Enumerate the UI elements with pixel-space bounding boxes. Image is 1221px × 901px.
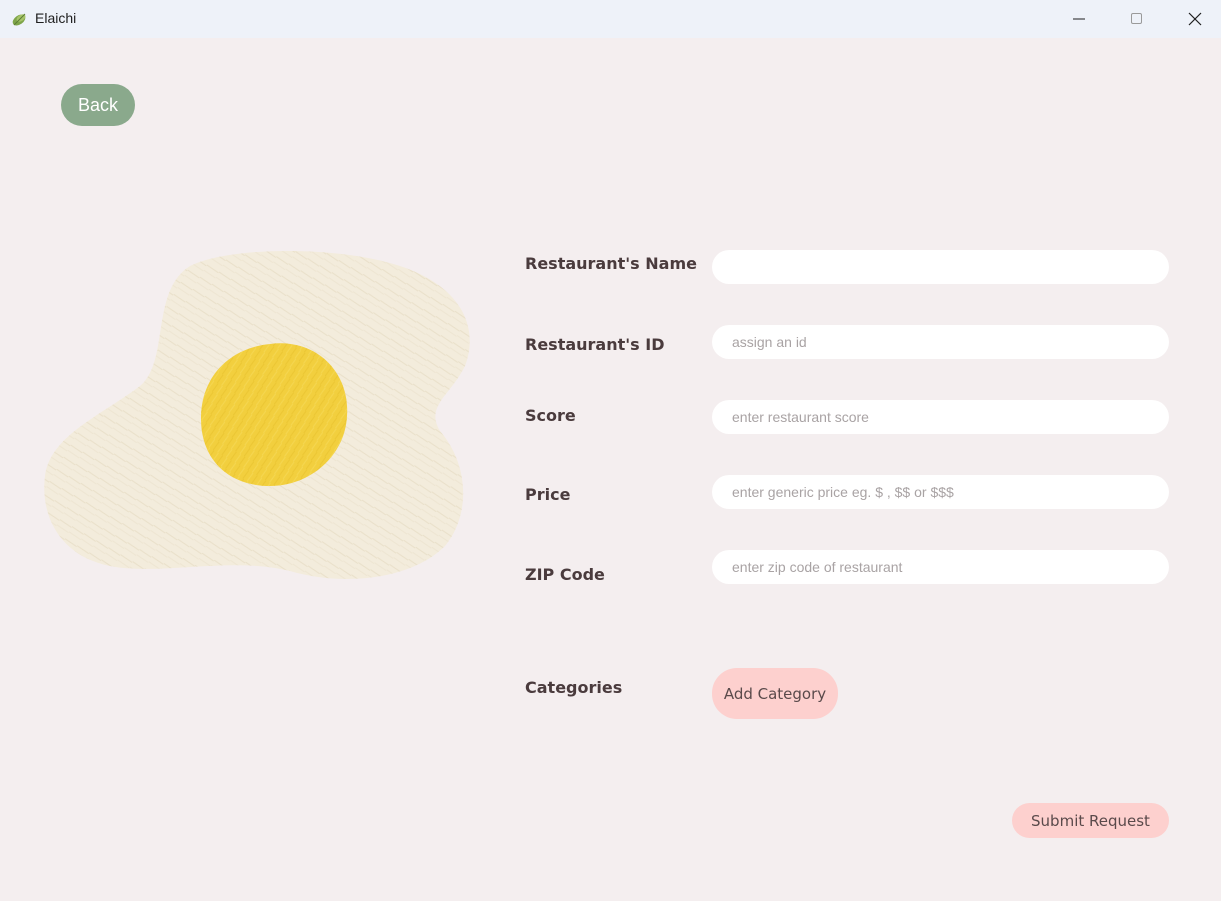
price-label: Price [525, 485, 571, 504]
minimize-icon [1073, 18, 1085, 20]
restaurant-name-input[interactable] [712, 250, 1169, 284]
fried-egg-illustration [44, 251, 470, 579]
zip-code-label: ZIP Code [525, 565, 605, 584]
maximize-button[interactable] [1108, 0, 1166, 38]
window-title: Elaichi [35, 10, 77, 26]
score-label: Score [525, 406, 576, 425]
restaurant-name-label: Restaurant's Name [525, 254, 697, 273]
add-category-button[interactable]: Add Category [712, 668, 838, 719]
price-input[interactable] [712, 475, 1169, 509]
maximize-icon [1131, 13, 1142, 24]
submit-request-button[interactable]: Submit Request [1012, 803, 1169, 838]
close-icon [1188, 12, 1202, 26]
categories-label: Categories [525, 678, 623, 697]
zip-code-input[interactable] [712, 550, 1169, 584]
restaurant-id-label: Restaurant's ID [525, 335, 665, 354]
app-window: Elaichi Back Restaurant's Name Restauran… [0, 0, 1221, 901]
score-input[interactable] [712, 400, 1169, 434]
close-button[interactable] [1166, 0, 1221, 38]
restaurant-id-input[interactable] [712, 325, 1169, 359]
back-button[interactable]: Back [61, 84, 135, 126]
cardamom-leaf-icon [12, 13, 26, 26]
title-bar: Elaichi [0, 0, 1221, 38]
minimize-button[interactable] [1050, 0, 1108, 38]
